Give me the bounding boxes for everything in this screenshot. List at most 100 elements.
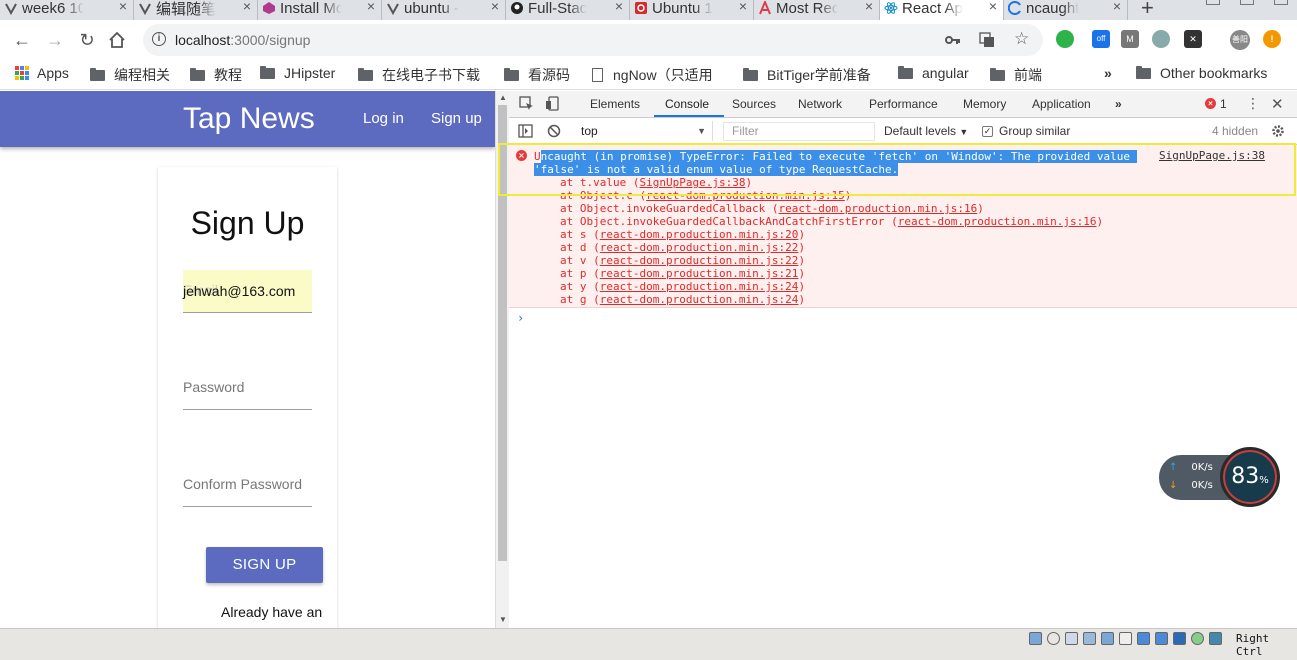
close-icon[interactable]: × [865, 0, 873, 14]
reload-icon[interactable]: ↻ [76, 29, 98, 51]
nav-signup-link[interactable]: Sign up [431, 110, 482, 127]
close-icon[interactable]: × [119, 0, 127, 14]
network-adapter-icon[interactable] [1083, 632, 1096, 645]
other-bookmarks[interactable]: Other bookmarks [1136, 65, 1267, 81]
stack-frame-link[interactable]: react-dom.production.min.js:22 [600, 241, 799, 254]
close-icon[interactable]: × [1113, 0, 1121, 14]
tab-performance[interactable]: Performance [869, 97, 938, 111]
password-field[interactable]: Password [183, 367, 312, 410]
kebab-menu-icon[interactable]: ⋮ [1246, 95, 1260, 112]
more-tabs-button[interactable]: » [1115, 97, 1122, 111]
error-text-line-1[interactable]: Uncaught (in promise) TypeError: Failed … [534, 150, 1137, 163]
hard-disk-icon[interactable] [1029, 632, 1042, 645]
console-prompt-icon[interactable]: › [517, 311, 524, 325]
usb-icon[interactable] [1101, 632, 1114, 645]
stack-frame-link[interactable]: react-dom.production.min.js:24 [600, 280, 799, 293]
avatar[interactable]: 善阳 [1230, 30, 1250, 50]
error-count-badge[interactable]: 1 [1220, 97, 1227, 111]
extension-icon[interactable] [1152, 30, 1170, 48]
key-icon[interactable] [945, 34, 961, 46]
evernote-icon[interactable] [1056, 30, 1074, 48]
bookmark-folder[interactable]: 前端 [990, 65, 1042, 85]
email-field[interactable]: Email jehwah@163.com [183, 270, 312, 313]
x-extension-icon[interactable]: ✕ [1184, 30, 1202, 48]
bookmark-folder[interactable]: 看源码 [504, 65, 570, 85]
device-toolbar-icon[interactable] [545, 96, 560, 111]
bookmark-folder[interactable]: BitTiger学前准备 [743, 65, 871, 85]
translate-icon[interactable] [979, 32, 995, 48]
settings-gear-icon[interactable] [1271, 124, 1285, 138]
browser-tab-4[interactable]: ubuntu - × [382, 0, 506, 20]
checkbox-checked-icon[interactable]: ✓ [982, 125, 993, 137]
sidebar-toggle-icon[interactable] [518, 124, 533, 138]
star-icon[interactable]: ☆ [1014, 29, 1029, 49]
memory-usage-gauge[interactable]: 83% [1220, 447, 1280, 507]
close-icon[interactable]: × [739, 0, 747, 14]
optical-drive-icon[interactable] [1047, 632, 1060, 645]
browser-tab-9[interactable]: ncaught × [1004, 0, 1128, 20]
browser-tab-7[interactable]: Most Rec × [754, 0, 880, 20]
brand-logo[interactable]: Tap News [183, 102, 315, 136]
bookmark-folder[interactable]: angular [898, 65, 969, 81]
stack-frame-link[interactable]: react-dom.production.min.js:15 [646, 189, 845, 202]
proxy-off-icon[interactable]: off [1092, 30, 1110, 48]
browser-tab-6[interactable]: Ubuntu 1 × [630, 0, 754, 20]
close-icon[interactable]: × [243, 0, 251, 14]
mail-icon[interactable]: M [1121, 30, 1139, 48]
error-icon[interactable]: × [1205, 98, 1216, 109]
shared-folder-icon[interactable] [1119, 632, 1132, 645]
bookmark-folder[interactable]: 编程相关 [90, 65, 170, 85]
more-bookmarks-button[interactable]: » [1104, 65, 1112, 81]
address-bar[interactable]: i localhost:3000/signup ☆ [143, 24, 1043, 56]
page-scrollbar[interactable]: ▲ ▼ [495, 91, 509, 628]
bookmark-folder[interactable]: 教程 [190, 65, 242, 85]
group-similar-toggle[interactable]: ✓ Group similar [982, 124, 1070, 138]
browser-tab-5[interactable]: Full-Stac × [506, 0, 630, 20]
home-icon[interactable] [108, 31, 126, 49]
stack-frame-link[interactable]: react-dom.production.min.js:16 [779, 202, 978, 215]
signup-button[interactable]: SIGN UP [206, 547, 323, 583]
browser-tab-3[interactable]: Install Mo × [258, 0, 382, 20]
tab-elements[interactable]: Elements [590, 97, 640, 111]
back-arrow-icon[interactable]: ← [11, 29, 33, 51]
update-alert-icon[interactable]: ! [1263, 30, 1281, 48]
stack-frame-link[interactable]: SignUpPage.js:38 [639, 176, 745, 189]
browser-tab-2[interactable]: 编辑随笔 × [134, 0, 258, 20]
log-levels-dropdown[interactable]: Default levels ▼ [884, 124, 968, 138]
browser-tab-1[interactable]: week6 10 × [0, 0, 134, 20]
context-selector[interactable]: top ▼ [573, 121, 713, 141]
tab-network[interactable]: Network [798, 97, 842, 111]
video-capture-icon[interactable] [1155, 632, 1168, 645]
minimize-icon[interactable] [1206, 0, 1220, 5]
close-devtools-icon[interactable]: ✕ [1271, 95, 1284, 113]
nav-login-link[interactable]: Log in [363, 110, 404, 127]
tab-console[interactable]: Console [665, 97, 709, 111]
scroll-down-icon[interactable]: ▼ [499, 615, 507, 624]
close-icon[interactable]: × [367, 0, 375, 14]
tab-memory[interactable]: Memory [963, 97, 1006, 111]
info-icon[interactable]: i [152, 32, 166, 46]
display-icon[interactable] [1137, 632, 1150, 645]
clear-console-icon[interactable] [547, 124, 561, 138]
scrollbar-thumb[interactable] [498, 105, 507, 561]
cpu-icon[interactable] [1191, 632, 1204, 645]
mouse-integration-icon[interactable] [1209, 632, 1222, 645]
scroll-up-icon[interactable]: ▲ [499, 93, 507, 102]
forward-arrow-icon[interactable]: → [44, 29, 66, 51]
virtualization-icon[interactable] [1173, 632, 1186, 645]
error-source-link[interactable]: SignUpPage.js:38 [1159, 149, 1265, 162]
inspect-element-icon[interactable] [519, 96, 534, 111]
tab-application[interactable]: Application [1032, 97, 1091, 111]
new-tab-button[interactable]: + [1141, 0, 1154, 20]
tab-sources[interactable]: Sources [732, 97, 776, 111]
close-icon[interactable]: × [989, 0, 997, 14]
audio-icon[interactable] [1065, 632, 1078, 645]
stack-frame-link[interactable]: react-dom.production.min.js:24 [600, 293, 799, 306]
bookmark-apps[interactable]: Apps [15, 65, 69, 81]
stack-frame-link[interactable]: react-dom.production.min.js:21 [600, 267, 799, 280]
error-text-line-2[interactable]: 'false' is not a valid enum value of typ… [534, 163, 899, 176]
stack-frame-link[interactable]: react-dom.production.min.js:16 [898, 215, 1097, 228]
console-filter-input[interactable]: Filter [723, 122, 875, 141]
stack-frame-link[interactable]: react-dom.production.min.js:22 [600, 254, 799, 267]
stack-frame-link[interactable]: react-dom.production.min.js:20 [600, 228, 799, 241]
